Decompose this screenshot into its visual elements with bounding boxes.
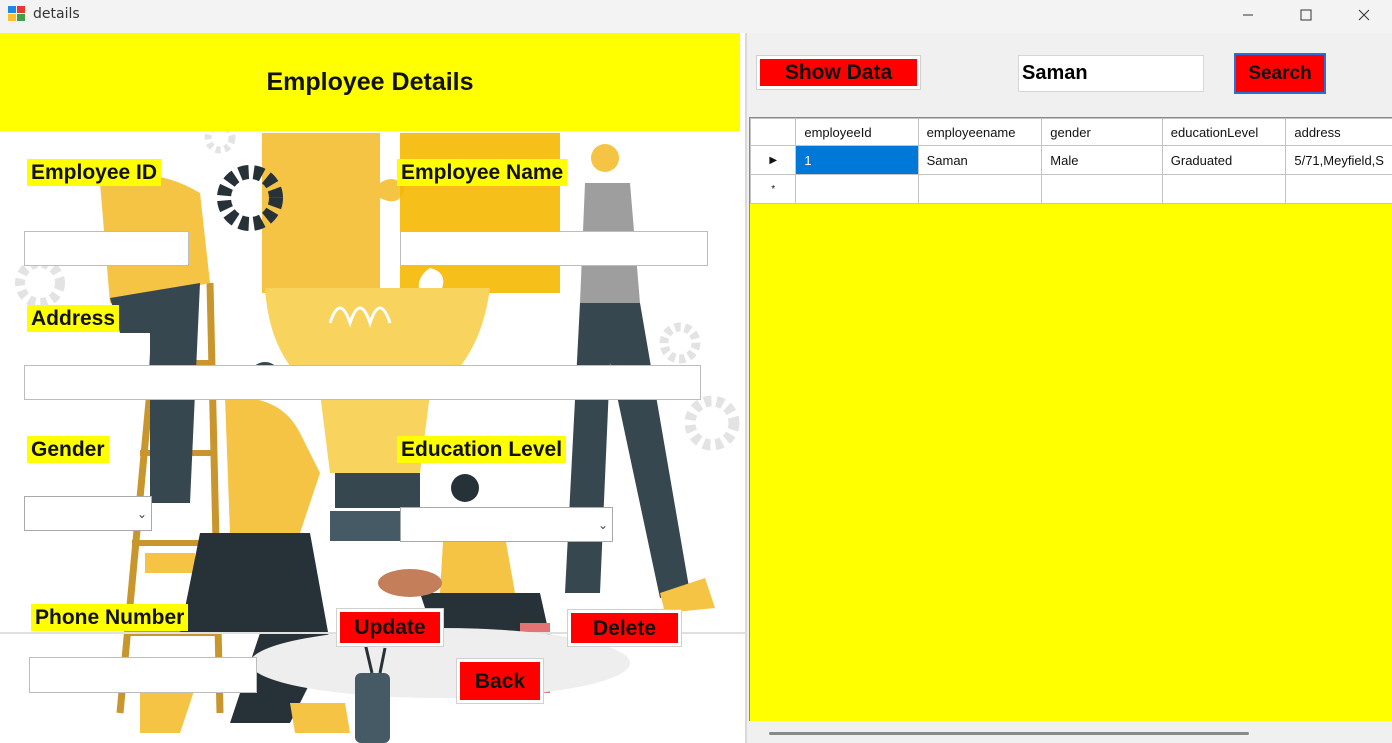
page-title: Employee Details xyxy=(0,33,740,131)
column-header-educationlevel[interactable]: educationLevel xyxy=(1161,118,1287,146)
table-cell[interactable]: 5/71,Meyfield,S xyxy=(1285,145,1392,175)
show-data-button[interactable]: Show Data xyxy=(756,55,921,90)
chevron-down-icon: ⌄ xyxy=(597,517,608,532)
phone-number-label: Phone Number xyxy=(31,604,189,631)
table-cell[interactable] xyxy=(1285,174,1392,204)
column-header-employeename[interactable]: employeename xyxy=(917,118,1043,146)
maximize-button[interactable] xyxy=(1277,0,1335,30)
search-input[interactable] xyxy=(1018,55,1204,92)
employee-id-label: Employee ID xyxy=(27,159,162,186)
delete-button[interactable]: Delete xyxy=(567,609,682,647)
chevron-down-icon: ⌄ xyxy=(136,506,147,521)
table-cell[interactable] xyxy=(795,174,919,204)
employee-name-input[interactable] xyxy=(400,231,708,266)
education-level-dropdown[interactable]: ⌄ xyxy=(400,507,613,542)
update-button[interactable]: Update xyxy=(336,608,444,647)
table-cell[interactable]: Graduated xyxy=(1161,145,1287,175)
scrollbar-thumb[interactable] xyxy=(769,732,1249,735)
table-cell[interactable] xyxy=(1161,174,1287,204)
horizontal-scrollbar[interactable] xyxy=(749,721,1392,743)
column-header-gender[interactable]: gender xyxy=(1041,118,1163,146)
new-row-indicator-icon[interactable]: * xyxy=(749,174,797,204)
table-cell[interactable]: Saman xyxy=(917,145,1043,175)
education-level-label: Education Level xyxy=(397,436,567,463)
gender-dropdown[interactable]: ⌄ xyxy=(24,496,152,531)
maximize-icon xyxy=(1300,9,1312,21)
table-header-row: employeeId employeename gender education… xyxy=(749,118,1392,146)
address-input[interactable] xyxy=(24,365,701,400)
app-icon xyxy=(8,6,25,21)
table-cell[interactable] xyxy=(1041,174,1163,204)
close-button[interactable] xyxy=(1335,0,1392,30)
employee-table: employeeId employeename gender education… xyxy=(749,118,1392,204)
gender-label: Gender xyxy=(27,436,109,463)
column-header-employeeid[interactable]: employeeId xyxy=(795,118,919,146)
table-row-new[interactable]: * xyxy=(749,174,1392,204)
back-button[interactable]: Back xyxy=(456,658,544,704)
phone-number-input[interactable] xyxy=(29,657,257,693)
minimize-button[interactable] xyxy=(1219,0,1277,30)
table-cell[interactable]: Male xyxy=(1041,145,1163,175)
table-cell[interactable] xyxy=(917,174,1043,204)
search-button[interactable]: Search xyxy=(1234,53,1326,94)
column-header-address[interactable]: address xyxy=(1285,118,1392,146)
close-icon xyxy=(1358,9,1370,21)
table-row[interactable]: ▶ 1 Saman Male Graduated 5/71,Meyfield,S xyxy=(749,145,1392,175)
employee-form-panel: Employee Details Employee ID Employee Na… xyxy=(0,33,745,743)
panel-divider xyxy=(745,33,747,743)
row-current-indicator-icon[interactable]: ▶ xyxy=(749,145,797,175)
employee-name-label: Employee Name xyxy=(397,159,568,186)
table-cell[interactable]: 1 xyxy=(795,145,919,175)
employee-id-input[interactable] xyxy=(24,231,189,266)
window-title: details xyxy=(33,6,80,22)
row-header-corner xyxy=(749,118,797,146)
employee-data-grid[interactable]: employeeId employeename gender education… xyxy=(749,117,1392,722)
address-label: Address xyxy=(27,305,120,332)
window-titlebar: details xyxy=(0,0,1392,33)
minimize-icon xyxy=(1243,14,1253,16)
